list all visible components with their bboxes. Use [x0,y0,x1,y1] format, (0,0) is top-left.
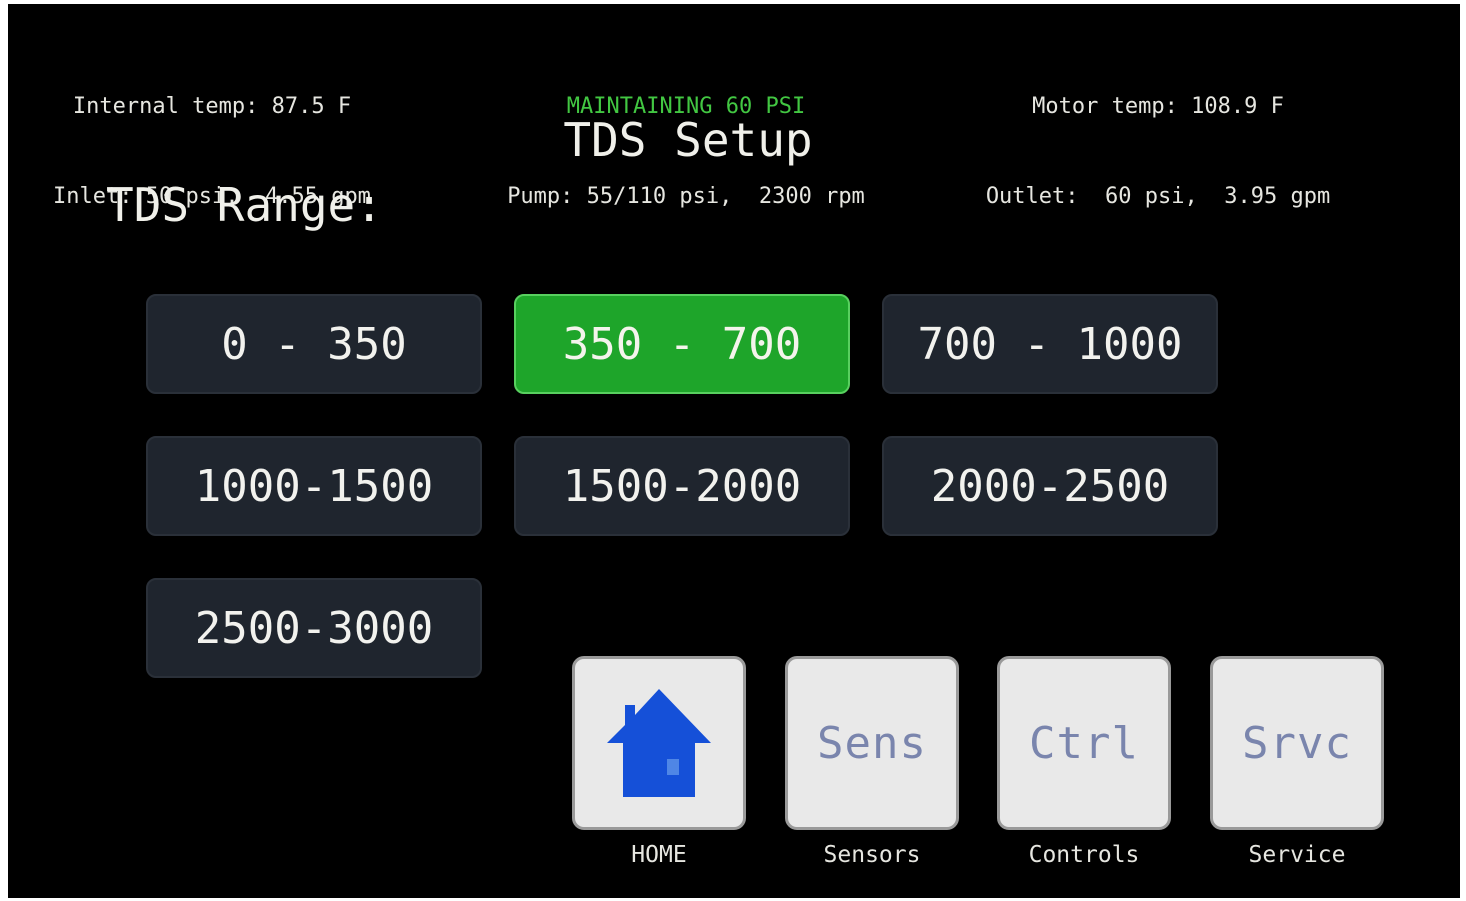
range-button-1500-2000[interactable]: 1500-2000 [514,436,850,536]
home-caption: HOME [631,842,687,868]
house-icon [607,689,711,797]
range-button-1000-1500[interactable]: 1000-1500 [146,436,482,536]
touch-screen: Internal temp: 87.5 F Inlet: 50 psi, 4.5… [8,4,1460,898]
range-button-0-350[interactable]: 0 - 350 [146,294,482,394]
pump-readout: Pump: 55/110 psi, 2300 rpm [507,184,865,209]
controls-button-text: Ctrl [1029,717,1139,769]
range-button-label: 1000-1500 [194,460,434,512]
range-button-350-700[interactable]: 350 - 700 [514,294,850,394]
service-button[interactable]: Srvc [1210,656,1384,830]
range-button-label: 350 - 700 [562,318,802,370]
range-button-2500-3000[interactable]: 2500-3000 [146,578,482,678]
service-button-text: Srvc [1242,717,1352,769]
range-button-label: 0 - 350 [221,318,407,370]
controls-caption: Controls [1028,842,1140,868]
range-button-label: 1500-2000 [562,460,802,512]
range-button-label: 2500-3000 [194,602,434,654]
page-title: TDS Setup [563,113,813,167]
controls-button[interactable]: Ctrl [997,656,1171,830]
tds-range-label: TDS Range: [106,178,383,232]
range-button-label: 2000-2500 [930,460,1170,512]
outlet-readout: Outlet: 60 psi, 3.95 gpm [985,184,1331,209]
range-button-label: 700 - 1000 [917,318,1183,370]
range-button-700-1000[interactable]: 700 - 1000 [882,294,1218,394]
service-caption: Service [1248,842,1346,868]
sensors-button[interactable]: Sens [785,656,959,830]
sensors-button-text: Sens [817,717,927,769]
sensors-caption: Sensors [823,842,921,868]
range-button-2000-2500[interactable]: 2000-2500 [882,436,1218,536]
home-button[interactable] [572,656,746,830]
